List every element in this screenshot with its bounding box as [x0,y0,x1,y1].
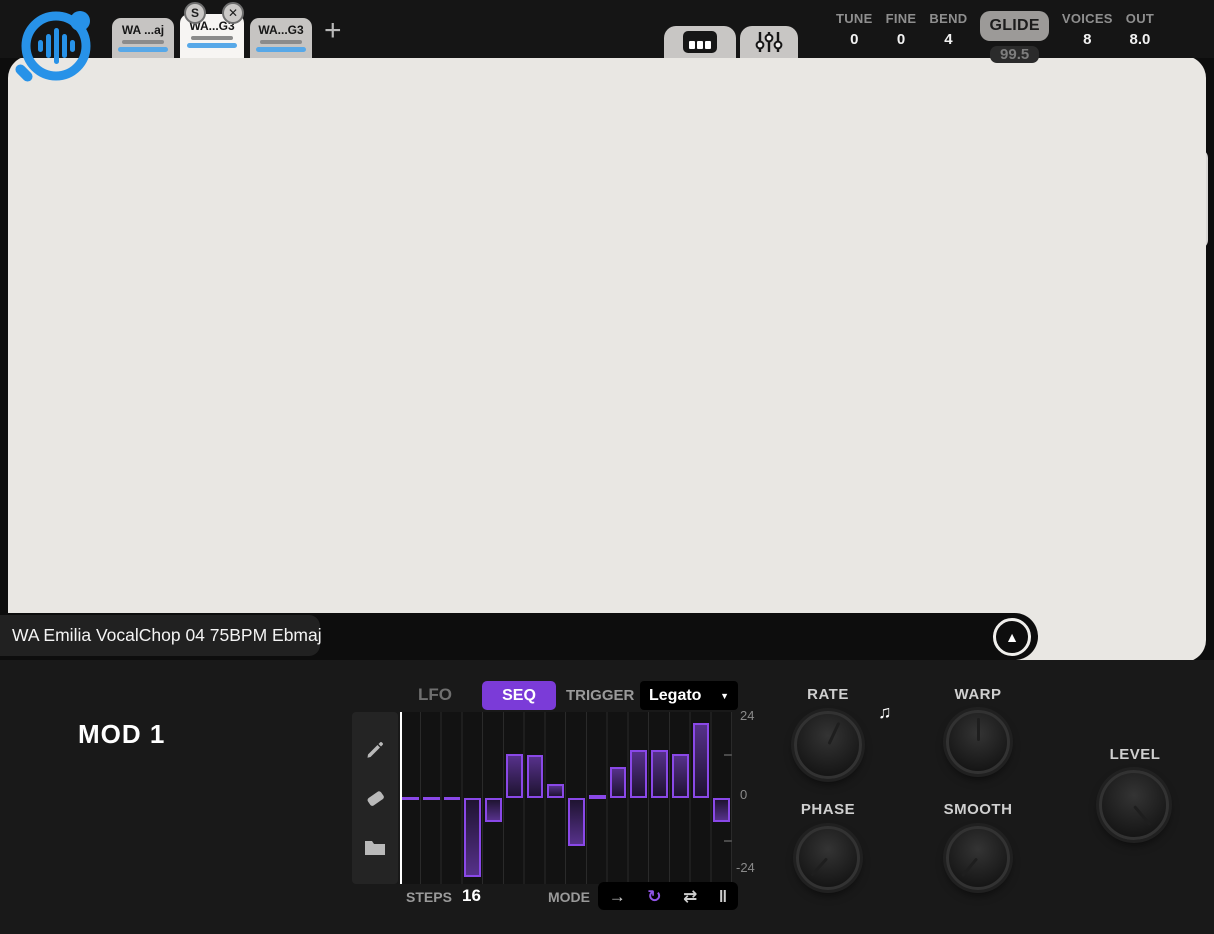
document-tab-label: WA ...aj [122,23,164,37]
smooth-knob[interactable] [946,826,1010,890]
seq-step-14[interactable] [672,754,689,798]
hold-mode-icon[interactable]: ‖ [719,888,727,905]
step-sequencer[interactable] [400,712,732,884]
tab-close-icon[interactable]: ✕ [222,2,244,24]
phase-label: PHASE [796,801,860,818]
seq-scale-min: -24 [736,860,755,875]
param-value[interactable]: 0 [897,31,905,48]
seq-step-1[interactable] [402,797,419,800]
steps-label: STEPS [406,889,452,905]
document-tabs: WA ...ajWA...G3WA...G3 [112,0,318,58]
seq-step-2[interactable] [423,797,440,800]
seq-step-12[interactable] [630,750,647,798]
param-label: TUNE [836,11,873,26]
header-param-fine[interactable]: FINE 0 [886,11,917,63]
tab-progress-track [191,36,233,40]
tab-progress-track [122,40,164,44]
seq-step-15[interactable] [693,723,710,798]
seq-tick-mark [724,840,732,842]
sliders-icon [754,31,784,53]
seq-step-6[interactable] [506,754,523,798]
seq-tab[interactable]: SEQ [482,681,556,710]
level-label: LEVEL [1106,746,1164,763]
phase-knob[interactable] [796,826,860,890]
seq-tick-mark [724,754,732,756]
header-param-voices[interactable]: VOICES 8 [1062,11,1113,63]
header-param-tune[interactable]: TUNE 0 [836,11,873,63]
arrow-up-icon: ▲ [1005,630,1019,644]
tab-keyboard[interactable] [664,26,736,58]
add-tab-button[interactable]: + [324,14,342,48]
param-label: OUT [1126,11,1154,26]
tab-progress-track [260,40,302,44]
tab-progress-bar [118,47,168,52]
view-tabs [664,26,798,58]
param-value[interactable]: 8.0 [1130,31,1151,48]
tab-solo-badge[interactable]: S [184,2,206,24]
header-param-bend[interactable]: BEND 4 [929,11,967,63]
steps-value[interactable]: 16 [462,886,481,906]
seq-step-7[interactable] [527,755,544,798]
seq-step-9[interactable] [568,798,585,846]
seq-step-4[interactable] [464,798,481,877]
ping-pong-mode-icon[interactable]: ⇄ [683,888,697,905]
rate-label: RATE [796,686,860,703]
chevron-down-icon: ▼ [720,691,729,701]
sample-tooltip: WA Emilia VocalChop 04 75BPM Ebmaj [0,615,320,656]
loop-mode-icon[interactable]: ↻ [647,888,661,905]
param-label: FINE [886,11,917,26]
trigger-value: Legato [649,687,701,705]
plugin-window: WA ...ajWA...G3WA...G3 S ✕ + TUNE0FINE0B… [0,0,1214,934]
level-knob[interactable] [1099,770,1169,840]
seq-step-13[interactable] [651,750,668,798]
tab-progress-bar [187,43,237,48]
seq-step-10[interactable] [589,795,606,799]
app-logo-icon [10,2,102,94]
seq-mode-bar: → ↻ ⇄ ‖ [598,882,738,910]
param-label: VOICES [1062,11,1113,26]
tab-mixer[interactable] [740,26,798,58]
smooth-label: SMOOTH [942,801,1014,818]
sample-tooltip-text: WA Emilia VocalChop 04 75BPM Ebmaj [12,625,322,646]
mod-section: MOD 1 LFO SEQ TRIGGER Legato ▼ 24 0 [0,660,1214,934]
param-value[interactable]: 0 [850,31,858,48]
document-tab-1[interactable]: WA ...aj [112,18,174,58]
document-tab-3[interactable]: WA...G3 [250,18,312,58]
seq-step-8[interactable] [547,784,564,798]
tab-progress-bar [256,47,306,52]
eraser-icon[interactable] [364,789,386,809]
folder-icon[interactable] [364,838,386,856]
piano-icon [683,31,717,53]
seq-step-5[interactable] [485,798,502,822]
lfo-tab[interactable]: LFO [418,685,452,705]
seq-playhead [400,712,402,884]
seq-scale-max: 24 [740,708,754,723]
seq-step-3[interactable] [444,797,461,800]
note-sync-icon[interactable]: ♫ [878,702,892,723]
seq-scale-zero: 0 [740,787,747,802]
mod-title: MOD 1 [78,719,165,750]
mode-label: MODE [548,889,590,905]
pencil-icon[interactable] [365,740,385,760]
trigger-label: TRIGGER [566,687,634,704]
collapse-panel-button[interactable]: ▲ [993,618,1031,656]
trigger-dropdown[interactable]: Legato ▼ [640,681,738,710]
header-param-glide[interactable]: GLIDE 99.5 [980,11,1048,63]
warp-knob[interactable] [946,710,1010,774]
main-panel [8,56,1206,662]
param-value[interactable]: 99.5 [990,46,1039,63]
param-value[interactable]: 4 [944,31,952,48]
param-value[interactable]: 8 [1083,31,1091,48]
warp-label: WARP [946,686,1010,703]
document-tab-label: WA...G3 [258,23,303,37]
seq-step-11[interactable] [610,767,627,798]
param-label: BEND [929,11,967,26]
seq-step-16[interactable] [713,798,730,822]
rate-knob[interactable] [794,711,862,779]
header-parameters: TUNE 0 FINE 0 BEND 4 GLIDE 99.5 VOICES 8 OUT 8.0 [836,11,1154,63]
header-param-out[interactable]: OUT 8.0 [1126,11,1154,63]
seq-tools [352,712,398,884]
forward-mode-icon[interactable]: → [609,888,626,905]
param-label: GLIDE [980,11,1048,41]
